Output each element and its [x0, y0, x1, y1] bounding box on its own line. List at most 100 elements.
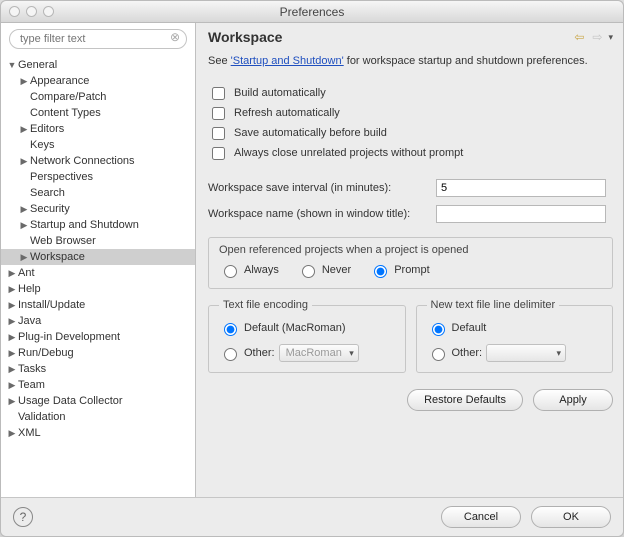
- tree-item[interactable]: ▼General: [1, 57, 195, 73]
- page-button-row: Restore Defaults Apply: [208, 389, 613, 411]
- startup-shutdown-link[interactable]: 'Startup and Shutdown': [231, 55, 344, 67]
- delimiter-default-label: Default: [452, 322, 487, 334]
- chevron-right-icon[interactable]: ▶: [7, 348, 17, 359]
- cancel-button[interactable]: Cancel: [441, 506, 521, 528]
- search-wrap: ⊗: [1, 23, 195, 55]
- tree-item[interactable]: ▶Install/Update: [1, 297, 195, 313]
- tree-item[interactable]: ▶Help: [1, 281, 195, 297]
- chevron-right-icon[interactable]: ▶: [7, 364, 17, 375]
- tree-item-label: Ant: [17, 267, 35, 279]
- chevron-right-icon[interactable]: ▶: [7, 316, 17, 327]
- chevron-right-icon[interactable]: ▶: [7, 332, 17, 343]
- preferences-window: Preferences ⊗ ▼General▶AppearanceCompare…: [0, 0, 624, 537]
- encoding-default-label: Default (MacRoman): [244, 322, 345, 334]
- nav-menu-icon[interactable]: ▾: [608, 32, 613, 43]
- workspace-name-input[interactable]: [436, 205, 606, 223]
- chevron-right-icon[interactable]: ▶: [7, 284, 17, 295]
- open-ref-always-radio[interactable]: [224, 265, 237, 278]
- chevron-right-icon[interactable]: ▶: [7, 428, 17, 439]
- open-referenced-legend: Open referenced projects when a project …: [219, 244, 602, 256]
- open-ref-never-radio[interactable]: [302, 265, 315, 278]
- chevron-right-icon[interactable]: ▶: [19, 124, 29, 135]
- tree-item-label: Compare/Patch: [29, 91, 106, 103]
- tree-item-label: Tasks: [17, 363, 46, 375]
- encoding-default-radio[interactable]: [224, 323, 237, 336]
- open-referenced-group: Open referenced projects when a project …: [208, 237, 613, 289]
- tree-item-label: Workspace: [29, 251, 85, 263]
- open-ref-prompt-radio[interactable]: [374, 265, 387, 278]
- chevron-right-icon[interactable]: ▶: [7, 268, 17, 279]
- tree-item[interactable]: Web Browser: [1, 233, 195, 249]
- tree-item-label: Java: [17, 315, 41, 327]
- tree-item[interactable]: ▶Ant: [1, 265, 195, 281]
- tree-item-label: Plug-in Development: [17, 331, 120, 343]
- tree-item[interactable]: ▶Appearance: [1, 73, 195, 89]
- refresh-automatically-checkbox[interactable]: [212, 107, 225, 120]
- tree-item[interactable]: Validation: [1, 409, 195, 425]
- open-ref-always-label: Always: [244, 264, 279, 276]
- tree-item[interactable]: Perspectives: [1, 169, 195, 185]
- delimiter-group: New text file line delimiter Default Oth…: [416, 305, 614, 373]
- tree-item[interactable]: ▶Plug-in Development: [1, 329, 195, 345]
- tree-item[interactable]: ▶Network Connections: [1, 153, 195, 169]
- tree-item[interactable]: ▶Team: [1, 377, 195, 393]
- chevron-down-icon[interactable]: ▼: [7, 60, 17, 70]
- filter-input[interactable]: [9, 29, 187, 49]
- tree-item[interactable]: ▶Workspace: [1, 249, 195, 265]
- footer: ? Cancel OK: [1, 497, 623, 536]
- chevron-right-icon[interactable]: ▶: [7, 300, 17, 311]
- apply-button[interactable]: Apply: [533, 389, 613, 411]
- tree-item-label: Search: [29, 187, 65, 199]
- tree-item-label: General: [17, 59, 57, 71]
- tree-item-label: Install/Update: [17, 299, 85, 311]
- tree-item[interactable]: ▶XML: [1, 425, 195, 441]
- encoding-group: Text file encoding Default (MacRoman) Ot…: [208, 305, 406, 373]
- chevron-right-icon[interactable]: ▶: [19, 156, 29, 167]
- tree-item[interactable]: ▶Startup and Shutdown: [1, 217, 195, 233]
- build-automatically-checkbox[interactable]: [212, 87, 225, 100]
- save-interval-input[interactable]: [436, 179, 606, 197]
- heading-row: Workspace ⇦ ⇨ ▾: [208, 29, 613, 45]
- chevron-right-icon[interactable]: ▶: [19, 204, 29, 215]
- back-icon[interactable]: ⇦: [572, 30, 586, 44]
- preferences-tree[interactable]: ▼General▶AppearanceCompare/PatchContent …: [1, 55, 195, 497]
- open-ref-prompt-label: Prompt: [394, 264, 429, 276]
- delimiter-other-select[interactable]: [486, 344, 566, 362]
- help-icon[interactable]: ?: [13, 507, 33, 527]
- delimiter-other-label: Other:: [452, 347, 483, 359]
- tree-item-label: Content Types: [29, 107, 101, 119]
- encoding-other-radio[interactable]: [224, 348, 237, 361]
- chevron-right-icon[interactable]: ▶: [19, 220, 29, 231]
- tree-item[interactable]: Content Types: [1, 105, 195, 121]
- chevron-right-icon[interactable]: ▶: [7, 380, 17, 391]
- tree-item[interactable]: ▶Java: [1, 313, 195, 329]
- tree-item-label: Run/Debug: [17, 347, 74, 359]
- tree-item-label: Team: [17, 379, 45, 391]
- checkbox-group: Build automatically Refresh automaticall…: [208, 83, 613, 163]
- tree-item[interactable]: ▶Editors: [1, 121, 195, 137]
- close-unrelated-checkbox[interactable]: [212, 147, 225, 160]
- restore-defaults-button[interactable]: Restore Defaults: [407, 389, 523, 411]
- tree-item-label: XML: [17, 427, 41, 439]
- chevron-right-icon[interactable]: ▶: [7, 396, 17, 407]
- tree-item[interactable]: ▶Security: [1, 201, 195, 217]
- chevron-right-icon[interactable]: ▶: [19, 252, 29, 263]
- delimiter-default-radio[interactable]: [432, 323, 445, 336]
- tree-item[interactable]: ▶Usage Data Collector: [1, 393, 195, 409]
- encoding-other-select[interactable]: MacRoman: [279, 344, 359, 362]
- clear-filter-icon[interactable]: ⊗: [169, 31, 181, 43]
- tree-item[interactable]: Keys: [1, 137, 195, 153]
- tree-item[interactable]: ▶Run/Debug: [1, 345, 195, 361]
- tree-item[interactable]: Compare/Patch: [1, 89, 195, 105]
- tree-item-label: Startup and Shutdown: [29, 219, 139, 231]
- delimiter-other-radio[interactable]: [432, 348, 445, 361]
- chevron-right-icon[interactable]: ▶: [19, 76, 29, 87]
- tree-item-label: Perspectives: [29, 171, 93, 183]
- close-unrelated-label: Always close unrelated projects without …: [234, 147, 463, 159]
- save-before-build-label: Save automatically before build: [234, 127, 387, 139]
- tree-item[interactable]: ▶Tasks: [1, 361, 195, 377]
- ok-button[interactable]: OK: [531, 506, 611, 528]
- tree-item[interactable]: Search: [1, 185, 195, 201]
- tree-item-label: Help: [17, 283, 41, 295]
- save-before-build-checkbox[interactable]: [212, 127, 225, 140]
